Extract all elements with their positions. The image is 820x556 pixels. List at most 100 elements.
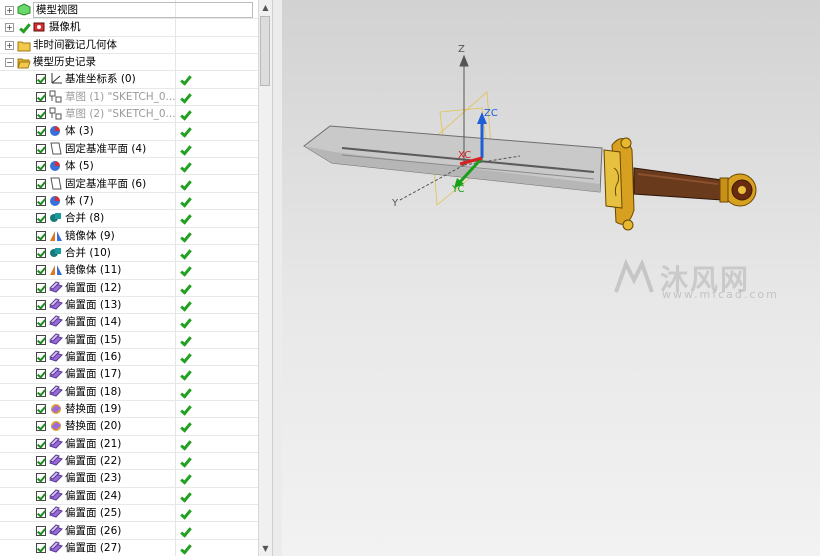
- offset-face-icon: [49, 471, 63, 484]
- feature-visibility-checkbox[interactable]: [36, 161, 46, 172]
- offset-face-icon: [49, 523, 63, 537]
- feature-row[interactable]: 体 (7): [0, 193, 258, 211]
- feature-visibility-checkbox[interactable]: [36, 143, 46, 154]
- feature-visibility-checkbox[interactable]: [36, 74, 46, 85]
- replace-face-icon: [49, 402, 63, 415]
- feature-row[interactable]: 固定基准平面 (6): [0, 176, 258, 193]
- feature-row[interactable]: 偏置面 (13): [0, 297, 258, 315]
- navigator-scrollbar[interactable]: ▲ ▼: [258, 0, 272, 556]
- feature-row[interactable]: 草图 (1) "SKETCH_0...: [0, 89, 258, 107]
- mfcad-logo-icon: [614, 258, 654, 293]
- expand-toggle[interactable]: +: [5, 23, 14, 33]
- scroll-up-arrow[interactable]: ▲: [259, 1, 272, 14]
- feature-row[interactable]: 镜像体 (11): [0, 262, 258, 280]
- scroll-thumb[interactable]: [260, 16, 270, 86]
- feature-visibility-checkbox[interactable]: [36, 525, 46, 536]
- unused-items-label: 非时间戳记几何体: [33, 38, 117, 51]
- tree-row-unused-items[interactable]: + 非时间戳记几何体: [0, 37, 258, 55]
- feature-label: 镜像体 (9): [65, 229, 115, 242]
- feature-status-check-icon: [180, 474, 190, 484]
- feature-visibility-checkbox[interactable]: [36, 178, 46, 189]
- feature-visibility-checkbox[interactable]: [36, 126, 46, 137]
- feature-visibility-checkbox[interactable]: [36, 508, 46, 519]
- feature-label: 草图 (1) "SKETCH_0...: [65, 90, 176, 103]
- feature-row[interactable]: 固定基准平面 (4): [0, 141, 258, 159]
- tree-row-cameras[interactable]: + 摄像机: [0, 19, 258, 37]
- feature-row[interactable]: 偏置面 (25): [0, 505, 258, 523]
- feature-status-check-icon: [180, 266, 190, 276]
- feature-visibility-checkbox[interactable]: [36, 195, 46, 206]
- feature-label: 偏置面 (22): [65, 455, 122, 468]
- feature-row[interactable]: 体 (3): [0, 123, 258, 141]
- feature-visibility-checkbox[interactable]: [36, 352, 46, 362]
- axis-yc-label: YC: [451, 184, 465, 195]
- feature-label: 体 (3): [65, 125, 94, 138]
- part-navigator: + 模型视图 + 摄像机 + 非时间戳记几何体 − 模型历史记录 基准坐标系 (0) 草图 (1)…: [0, 0, 258, 556]
- feature-visibility-checkbox[interactable]: [36, 404, 46, 415]
- feature-row[interactable]: 合并 (8): [0, 210, 258, 228]
- feature-label: 偏置面 (25): [65, 507, 122, 520]
- feature-row[interactable]: 偏置面 (23): [0, 470, 258, 488]
- feature-status-check-icon: [180, 544, 190, 554]
- feature-visibility-checkbox[interactable]: [36, 456, 46, 467]
- feature-visibility-checkbox[interactable]: [36, 438, 46, 449]
- feature-visibility-checkbox[interactable]: [36, 369, 46, 380]
- feature-row[interactable]: 偏置面 (21): [0, 436, 258, 454]
- feature-visibility-checkbox[interactable]: [36, 265, 46, 276]
- feature-label: 偏置面 (27): [65, 541, 122, 554]
- feature-row[interactable]: 偏置面 (18): [0, 384, 258, 402]
- feature-row[interactable]: 镜像体 (9): [0, 228, 258, 245]
- feature-visibility-checkbox[interactable]: [36, 473, 46, 484]
- feature-row[interactable]: 偏置面 (16): [0, 349, 258, 367]
- collapse-toggle[interactable]: −: [5, 58, 14, 68]
- feature-label: 偏置面 (18): [65, 385, 122, 398]
- feature-row[interactable]: 偏置面 (12): [0, 280, 258, 297]
- feature-label: 替换面 (20): [65, 420, 122, 433]
- feature-visibility-checkbox[interactable]: [36, 542, 46, 553]
- sword-blade: [303, 125, 603, 193]
- feature-visibility-checkbox[interactable]: [36, 386, 46, 397]
- feature-row[interactable]: 基准坐标系 (0): [0, 71, 258, 89]
- feature-label: 偏置面 (23): [65, 472, 122, 485]
- feature-row[interactable]: 偏置面 (27): [0, 540, 258, 556]
- feature-visibility-checkbox[interactable]: [36, 213, 46, 224]
- expand-toggle[interactable]: +: [5, 6, 14, 15]
- feature-row[interactable]: 偏置面 (24): [0, 488, 258, 506]
- feature-row[interactable]: 偏置面 (15): [0, 332, 258, 349]
- feature-row[interactable]: 偏置面 (26): [0, 523, 258, 540]
- feature-status-check-icon: [180, 492, 190, 502]
- feature-visibility-checkbox[interactable]: [36, 247, 46, 258]
- feature-row[interactable]: 替换面 (19): [0, 401, 258, 419]
- feature-visibility-checkbox[interactable]: [36, 317, 46, 328]
- csys-icon: [49, 72, 63, 85]
- feature-row[interactable]: 合并 (10): [0, 245, 258, 263]
- feature-row[interactable]: 草图 (2) "SKETCH_0...: [0, 106, 258, 124]
- feature-visibility-checkbox[interactable]: [36, 299, 46, 310]
- pane-splitter[interactable]: [272, 0, 282, 556]
- feature-status-check-icon: [180, 336, 190, 346]
- feature-visibility-checkbox[interactable]: [36, 421, 46, 432]
- feature-visibility-checkbox[interactable]: [36, 282, 46, 293]
- tree-row-model-views[interactable]: + 模型视图: [0, 2, 258, 20]
- feature-label: 基准坐标系 (0): [65, 73, 136, 86]
- feature-visibility-checkbox[interactable]: [36, 334, 46, 345]
- feature-row[interactable]: 偏置面 (17): [0, 366, 258, 384]
- feature-row[interactable]: 偏置面 (14): [0, 314, 258, 332]
- feature-visibility-checkbox[interactable]: [36, 230, 46, 241]
- feature-label: 偏置面 (14): [65, 316, 122, 329]
- expand-toggle[interactable]: +: [5, 40, 14, 50]
- graphics-viewport[interactable]: Z Y ZC YC XC 沐风网 www.mfcad.com: [282, 0, 820, 556]
- feature-row[interactable]: 偏置面 (22): [0, 453, 258, 471]
- feature-row[interactable]: 替换面 (20): [0, 418, 258, 436]
- feature-row[interactable]: 体 (5): [0, 158, 258, 176]
- feature-visibility-checkbox[interactable]: [36, 490, 46, 501]
- feature-visibility-checkbox[interactable]: [36, 109, 46, 120]
- sword-pommel: [719, 173, 757, 207]
- scroll-down-arrow[interactable]: ▼: [259, 542, 272, 555]
- body-icon: [49, 124, 63, 137]
- tree-row-model-history[interactable]: − 模型历史记录: [0, 54, 258, 72]
- replace-face-icon: [49, 419, 63, 432]
- body-icon: [49, 159, 63, 172]
- feature-visibility-checkbox[interactable]: [36, 91, 46, 102]
- sword-grip: [633, 167, 728, 201]
